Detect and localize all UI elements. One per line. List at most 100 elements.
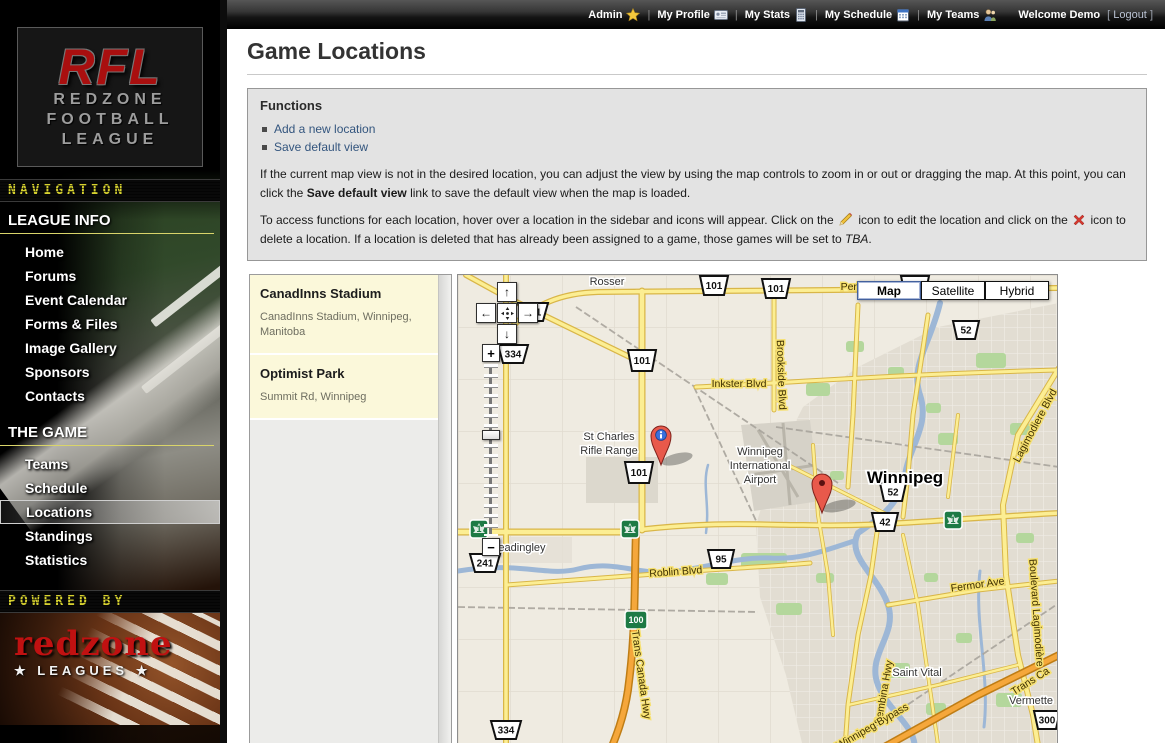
- bracket: ]: [1150, 9, 1153, 21]
- text: link to save the default view when the m…: [407, 186, 691, 200]
- sidebar-item-teams[interactable]: Teams: [0, 452, 220, 476]
- add-location-link[interactable]: Add a new location: [274, 122, 375, 136]
- location-cards: CanadInns Stadium CanadInns Stadium, Win…: [250, 275, 438, 743]
- separator: |: [917, 9, 920, 21]
- map-type-map-button[interactable]: Map: [857, 281, 921, 300]
- map-label-st-charles: St Charles: [583, 431, 635, 443]
- location-card-optimist[interactable]: Optimist Park Summit Rd, Winnipeg: [250, 355, 438, 420]
- location-address: CanadInns Stadium, Winnipeg, Manitoba: [260, 310, 428, 340]
- map-type-switcher: Map Satellite Hybrid: [857, 281, 1049, 300]
- league-logo: RFL REDZONE FOOTBALL LEAGUE: [17, 27, 203, 167]
- location-name: CanadInns Stadium: [260, 286, 428, 301]
- sidebar-item-statistics[interactable]: Statistics: [0, 548, 220, 572]
- sidebar-item-image-gallery[interactable]: Image Gallery: [0, 336, 220, 360]
- zoom-in-button[interactable]: +: [482, 344, 500, 362]
- sidebar-item-forums[interactable]: Forums: [0, 264, 220, 288]
- shield-300: 300: [1039, 716, 1056, 727]
- redzone-brand-logo: redzone ★ LEAGUES ★: [0, 613, 220, 725]
- powered-by-header: POWERED BY: [0, 590, 220, 613]
- shield-52: 52: [887, 488, 899, 499]
- shield-42: 42: [879, 518, 891, 529]
- navigation-header: NAVIGATION: [0, 179, 220, 202]
- pan-right-button[interactable]: →: [518, 303, 538, 323]
- zoom-out-button[interactable]: −: [482, 538, 500, 556]
- map-label-airport: Winnipeg: [737, 446, 783, 458]
- my-teams-link[interactable]: My Teams: [927, 8, 997, 22]
- sidebar-item-schedule[interactable]: Schedule: [0, 476, 220, 500]
- sidebar-item-event-calendar[interactable]: Event Calendar: [0, 288, 220, 312]
- map-image: 221 334 334 101 101 101 101 101 241 95 5…: [458, 275, 1058, 743]
- brand-name: redzone: [14, 627, 220, 661]
- zoom-slider-thumb[interactable]: [482, 430, 500, 440]
- main-column: Admin | My Profile | My Stats: [220, 0, 1165, 743]
- pan-left-button[interactable]: ←: [476, 303, 496, 323]
- admin-label: Admin: [588, 9, 622, 21]
- vertical-scrollbar[interactable]: [438, 275, 451, 743]
- league-logo-line: REDZONE: [53, 90, 166, 110]
- shield-101: 101: [706, 281, 723, 292]
- my-schedule-link[interactable]: My Schedule: [825, 8, 910, 22]
- location-address: Summit Rd, Winnipeg: [260, 390, 428, 405]
- map-zoom-control: + −: [482, 344, 502, 556]
- instructions-paragraph-2: To access functions for each location, h…: [260, 211, 1134, 248]
- map-pan-control: ↑ ← → ↓: [476, 282, 538, 344]
- map-label-airport: Airport: [744, 474, 776, 486]
- logout-link[interactable]: Logout: [1113, 9, 1147, 21]
- map-label-vermette: Vermette: [1009, 695, 1053, 707]
- map-type-hybrid-button[interactable]: Hybrid: [985, 281, 1049, 300]
- logout-wrap: [ Logout ]: [1107, 9, 1153, 21]
- functions-box: Functions Add a new location Save defaul…: [247, 88, 1147, 261]
- list-item: Save default view: [262, 138, 1134, 156]
- map-container[interactable]: 221 334 334 101 101 101 101 101 241 95 5…: [457, 274, 1058, 743]
- recenter-icon: [501, 307, 514, 320]
- location-card-canadinns[interactable]: CanadInns Stadium CanadInns Stadium, Win…: [250, 275, 438, 355]
- calculator-icon: [794, 8, 808, 22]
- functions-heading: Functions: [260, 98, 1134, 113]
- sidebar: RFL REDZONE FOOTBALL LEAGUE NAVIGATION L…: [0, 0, 220, 743]
- location-name: Optimist Park: [260, 366, 428, 381]
- pan-down-button[interactable]: ↓: [497, 324, 517, 344]
- text: icon to edit the location and click on t…: [855, 213, 1071, 227]
- map-label-brookside-blvd: Brookside Blvd: [774, 340, 788, 411]
- the-game-menu: Teams Schedule Locations Standings Stati…: [0, 446, 220, 578]
- sidebar-item-contacts[interactable]: Contacts: [0, 384, 220, 408]
- sidebar-item-home[interactable]: Home: [0, 240, 220, 264]
- id-card-icon: [714, 8, 728, 22]
- pan-center-button[interactable]: [497, 303, 517, 323]
- page-content: Game Locations Functions Add a new locat…: [227, 29, 1165, 743]
- shield-tc-1: 1: [476, 524, 481, 534]
- brand-subtitle: ★ LEAGUES ★: [14, 663, 220, 679]
- my-stats-link[interactable]: My Stats: [745, 8, 808, 22]
- my-profile-link[interactable]: My Profile: [657, 8, 728, 22]
- shield-52: 52: [960, 326, 972, 337]
- tba-text: TBA: [845, 232, 868, 246]
- star-icon: [626, 8, 640, 22]
- shield-tc-100: 100: [628, 615, 643, 625]
- sidebar-item-locations[interactable]: Locations: [0, 500, 220, 524]
- shield-101: 101: [634, 356, 651, 367]
- map-type-satellite-button[interactable]: Satellite: [921, 281, 985, 300]
- league-info-menu: Home Forums Event Calendar Forms & Files…: [0, 234, 220, 414]
- shield-tc-1: 1: [627, 524, 632, 534]
- shield-334: 334: [505, 350, 522, 361]
- league-logo-line: LEAGUE: [62, 130, 159, 150]
- pan-up-button[interactable]: ↑: [497, 282, 517, 302]
- zoom-slider-rail[interactable]: [484, 364, 498, 536]
- text: To access functions for each location, h…: [260, 213, 837, 227]
- sidebar-item-sponsors[interactable]: Sponsors: [0, 360, 220, 384]
- separator: |: [735, 9, 738, 21]
- bold-text: Save default view: [307, 186, 407, 200]
- bullet-icon: [262, 145, 267, 150]
- welcome-user-label: Welcome Demo: [1018, 9, 1100, 21]
- sidebar-item-standings[interactable]: Standings: [0, 524, 220, 548]
- locations-content-row: CanadInns Stadium CanadInns Stadium, Win…: [249, 274, 1147, 743]
- admin-link[interactable]: Admin: [588, 8, 640, 22]
- instructions-paragraph-1: If the current map view is not in the de…: [260, 165, 1134, 202]
- location-list-panel: CanadInns Stadium CanadInns Stadium, Win…: [249, 274, 452, 743]
- map-label-airport: International: [730, 460, 791, 472]
- separator: |: [647, 9, 650, 21]
- sidebar-item-forms-files[interactable]: Forms & Files: [0, 312, 220, 336]
- map-label-saint-vital: Saint Vital: [892, 667, 941, 679]
- section-title-league-info: LEAGUE INFO: [0, 202, 214, 234]
- save-default-view-link[interactable]: Save default view: [274, 140, 368, 154]
